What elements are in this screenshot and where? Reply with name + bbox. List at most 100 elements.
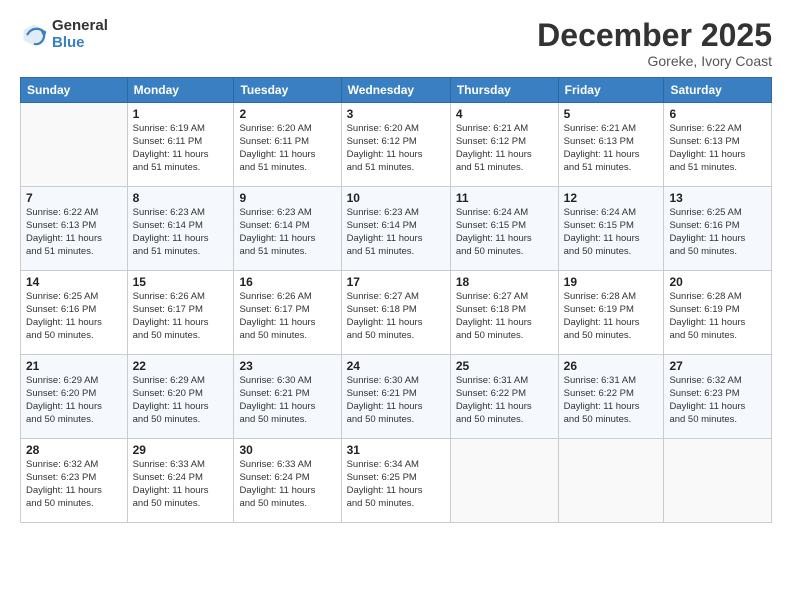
day-number: 2 [239, 107, 335, 121]
calendar-cell [21, 103, 128, 187]
calendar-cell: 22 Sunrise: 6:29 AMSunset: 6:20 PMDayligh… [127, 355, 234, 439]
day-number: 5 [564, 107, 659, 121]
day-number: 11 [456, 191, 553, 205]
calendar-cell [450, 439, 558, 523]
day-number: 7 [26, 191, 122, 205]
calendar-cell [664, 439, 772, 523]
day-info: Sunrise: 6:28 AMSunset: 6:19 PMDaylight:… [564, 291, 659, 342]
calendar-cell: 15 Sunrise: 6:26 AMSunset: 6:17 PMDayligh… [127, 271, 234, 355]
day-info: Sunrise: 6:28 AMSunset: 6:19 PMDaylight:… [669, 291, 766, 342]
day-number: 23 [239, 359, 335, 373]
day-number: 31 [347, 443, 445, 457]
day-info: Sunrise: 6:29 AMSunset: 6:20 PMDaylight:… [26, 375, 122, 426]
location-subtitle: Goreke, Ivory Coast [537, 53, 772, 69]
calendar-cell: 17 Sunrise: 6:27 AMSunset: 6:18 PMDayligh… [341, 271, 450, 355]
day-number: 19 [564, 275, 659, 289]
day-info: Sunrise: 6:29 AMSunset: 6:20 PMDaylight:… [133, 375, 229, 426]
day-number: 29 [133, 443, 229, 457]
calendar-cell: 7 Sunrise: 6:22 AMSunset: 6:13 PMDaylight… [21, 187, 128, 271]
day-info: Sunrise: 6:30 AMSunset: 6:21 PMDaylight:… [347, 375, 445, 426]
calendar-cell: 11 Sunrise: 6:24 AMSunset: 6:15 PMDayligh… [450, 187, 558, 271]
day-number: 22 [133, 359, 229, 373]
calendar-cell: 28 Sunrise: 6:32 AMSunset: 6:23 PMDayligh… [21, 439, 128, 523]
calendar-cell: 5 Sunrise: 6:21 AMSunset: 6:13 PMDaylight… [558, 103, 664, 187]
day-info: Sunrise: 6:23 AMSunset: 6:14 PMDaylight:… [239, 207, 335, 258]
calendar-week-4: 21Sunrise: 6:29 AMSunset: 6:20 PMDayligh… [21, 355, 772, 439]
header: General Blue December 2025 Goreke, Ivory… [20, 18, 772, 69]
day-number: 27 [669, 359, 766, 373]
day-number: 13 [669, 191, 766, 205]
calendar-cell [558, 439, 664, 523]
day-number: 25 [456, 359, 553, 373]
day-number: 15 [133, 275, 229, 289]
day-number: 8 [133, 191, 229, 205]
calendar-header-row: Sunday Monday Tuesday Wednesday Thursday… [21, 78, 772, 103]
day-number: 4 [456, 107, 553, 121]
calendar-table: Sunday Monday Tuesday Wednesday Thursday… [20, 77, 772, 523]
day-number: 28 [26, 443, 122, 457]
header-monday: Monday [127, 78, 234, 103]
month-title: December 2025 [537, 18, 772, 53]
day-info: Sunrise: 6:26 AMSunset: 6:17 PMDaylight:… [133, 291, 229, 342]
calendar-cell: 31 Sunrise: 6:34 AMSunset: 6:25 PMDayligh… [341, 439, 450, 523]
day-info: Sunrise: 6:33 AMSunset: 6:24 PMDaylight:… [239, 459, 335, 510]
calendar-cell: 18Sunrise: 6:27 AMSunset: 6:18 PMDayligh… [450, 271, 558, 355]
day-number: 3 [347, 107, 445, 121]
day-number: 30 [239, 443, 335, 457]
header-tuesday: Tuesday [234, 78, 341, 103]
header-saturday: Saturday [664, 78, 772, 103]
calendar-cell: 4 Sunrise: 6:21 AMSunset: 6:12 PMDaylight… [450, 103, 558, 187]
calendar-cell: 26Sunrise: 6:31 AMSunset: 6:22 PMDayligh… [558, 355, 664, 439]
calendar-cell: 9Sunrise: 6:23 AMSunset: 6:14 PMDaylight… [234, 187, 341, 271]
calendar-cell: 8Sunrise: 6:23 AMSunset: 6:14 PMDaylight… [127, 187, 234, 271]
calendar-cell: 25 Sunrise: 6:31 AMSunset: 6:22 PMDayligh… [450, 355, 558, 439]
day-number: 16 [239, 275, 335, 289]
day-info: Sunrise: 6:34 AMSunset: 6:25 PMDaylight:… [347, 459, 445, 510]
day-info: Sunrise: 6:21 AMSunset: 6:12 PMDaylight:… [456, 123, 553, 174]
calendar-cell: 10 Sunrise: 6:23 AMSunset: 6:14 PMDayligh… [341, 187, 450, 271]
calendar-cell: 27 Sunrise: 6:32 AMSunset: 6:23 PMDayligh… [664, 355, 772, 439]
day-number: 1 [133, 107, 229, 121]
calendar-cell: 23 Sunrise: 6:30 AMSunset: 6:21 PMDayligh… [234, 355, 341, 439]
day-info: Sunrise: 6:21 AMSunset: 6:13 PMDaylight:… [564, 123, 659, 174]
title-block: December 2025 Goreke, Ivory Coast [537, 18, 772, 69]
day-info: Sunrise: 6:22 AMSunset: 6:13 PMDaylight:… [669, 123, 766, 174]
header-sunday: Sunday [21, 78, 128, 103]
day-info: Sunrise: 6:30 AMSunset: 6:21 PMDaylight:… [239, 375, 335, 426]
calendar-cell: 19 Sunrise: 6:28 AMSunset: 6:19 PMDayligh… [558, 271, 664, 355]
header-thursday: Thursday [450, 78, 558, 103]
logo-text: General Blue [52, 18, 108, 51]
day-info: Sunrise: 6:24 AMSunset: 6:15 PMDaylight:… [564, 207, 659, 258]
day-info: Sunrise: 6:32 AMSunset: 6:23 PMDaylight:… [669, 375, 766, 426]
calendar-cell: 1 Sunrise: 6:19 AMSunset: 6:11 PMDaylight… [127, 103, 234, 187]
calendar-week-5: 28 Sunrise: 6:32 AMSunset: 6:23 PMDayligh… [21, 439, 772, 523]
day-info: Sunrise: 6:27 AMSunset: 6:18 PMDaylight:… [347, 291, 445, 342]
calendar-week-2: 7 Sunrise: 6:22 AMSunset: 6:13 PMDaylight… [21, 187, 772, 271]
calendar-cell: 29 Sunrise: 6:33 AMSunset: 6:24 PMDayligh… [127, 439, 234, 523]
calendar-cell: 2 Sunrise: 6:20 AMSunset: 6:11 PMDaylight… [234, 103, 341, 187]
day-info: Sunrise: 6:22 AMSunset: 6:13 PMDaylight:… [26, 207, 122, 258]
calendar-cell: 14Sunrise: 6:25 AMSunset: 6:16 PMDayligh… [21, 271, 128, 355]
calendar-cell: 21Sunrise: 6:29 AMSunset: 6:20 PMDayligh… [21, 355, 128, 439]
day-number: 17 [347, 275, 445, 289]
page: General Blue December 2025 Goreke, Ivory… [0, 0, 792, 612]
day-info: Sunrise: 6:24 AMSunset: 6:15 PMDaylight:… [456, 207, 553, 258]
day-info: Sunrise: 6:31 AMSunset: 6:22 PMDaylight:… [456, 375, 553, 426]
day-info: Sunrise: 6:26 AMSunset: 6:17 PMDaylight:… [239, 291, 335, 342]
day-number: 10 [347, 191, 445, 205]
header-wednesday: Wednesday [341, 78, 450, 103]
calendar-week-1: 1 Sunrise: 6:19 AMSunset: 6:11 PMDaylight… [21, 103, 772, 187]
day-info: Sunrise: 6:25 AMSunset: 6:16 PMDaylight:… [26, 291, 122, 342]
logo-icon [20, 21, 48, 49]
calendar-cell: 30 Sunrise: 6:33 AMSunset: 6:24 PMDayligh… [234, 439, 341, 523]
calendar-week-3: 14Sunrise: 6:25 AMSunset: 6:16 PMDayligh… [21, 271, 772, 355]
day-info: Sunrise: 6:20 AMSunset: 6:11 PMDaylight:… [239, 123, 335, 174]
day-info: Sunrise: 6:33 AMSunset: 6:24 PMDaylight:… [133, 459, 229, 510]
day-info: Sunrise: 6:32 AMSunset: 6:23 PMDaylight:… [26, 459, 122, 510]
day-info: Sunrise: 6:27 AMSunset: 6:18 PMDaylight:… [456, 291, 553, 342]
day-number: 20 [669, 275, 766, 289]
calendar-cell: 13Sunrise: 6:25 AMSunset: 6:16 PMDayligh… [664, 187, 772, 271]
day-info: Sunrise: 6:19 AMSunset: 6:11 PMDaylight:… [133, 123, 229, 174]
day-info: Sunrise: 6:23 AMSunset: 6:14 PMDaylight:… [347, 207, 445, 258]
calendar-cell: 20 Sunrise: 6:28 AMSunset: 6:19 PMDayligh… [664, 271, 772, 355]
